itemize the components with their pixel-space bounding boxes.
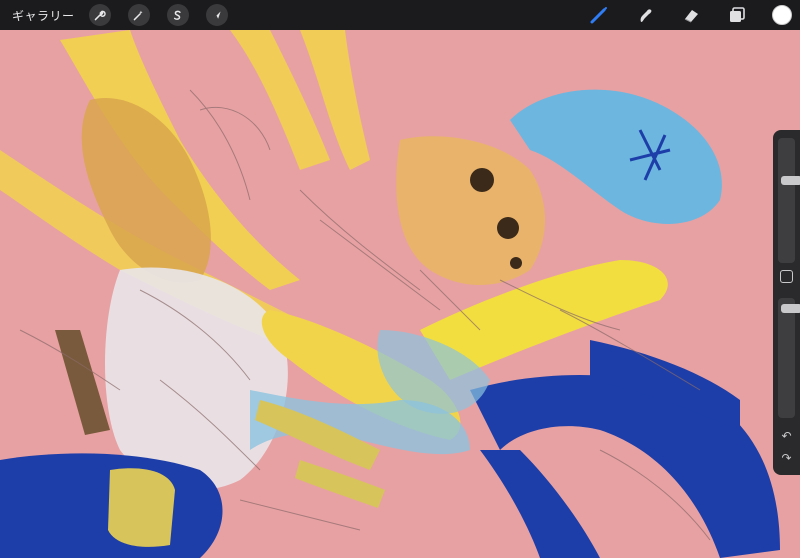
layers-icon — [730, 7, 745, 22]
color-picker-button[interactable] — [772, 5, 792, 25]
eraser-icon — [684, 10, 698, 23]
smudge-icon — [640, 9, 652, 22]
brush-sidebar: ↶ ↷ — [773, 130, 800, 475]
artwork — [0, 30, 780, 558]
opacity-slider[interactable] — [778, 298, 800, 418]
actions-button[interactable] — [88, 4, 111, 26]
drawing-canvas[interactable] — [0, 30, 800, 558]
brush-icon — [590, 7, 607, 24]
modify-button[interactable] — [780, 270, 793, 283]
gallery-button[interactable]: ギャラリー — [12, 7, 75, 24]
layers-button[interactable] — [726, 4, 748, 26]
selection-s-icon — [173, 10, 181, 20]
undo-button[interactable]: ↶ — [777, 428, 796, 444]
right-tool-group — [588, 0, 800, 30]
adjustments-button[interactable] — [127, 4, 150, 26]
brush-tool-button[interactable] — [588, 4, 610, 26]
arrow-cursor-icon — [212, 10, 221, 20]
magic-wand-icon — [133, 10, 143, 20]
eraser-tool-button[interactable] — [680, 4, 702, 26]
top-toolbar: ギャラリー — [0, 0, 800, 30]
brush-size-slider[interactable] — [778, 138, 800, 263]
wrench-icon — [94, 9, 106, 20]
selection-button[interactable] — [166, 4, 189, 26]
redo-button[interactable]: ↷ — [777, 450, 796, 466]
smudge-tool-button[interactable] — [634, 4, 656, 26]
transform-button[interactable] — [205, 4, 228, 26]
brush-size-thumb[interactable] — [781, 176, 800, 185]
opacity-thumb[interactable] — [781, 304, 800, 313]
